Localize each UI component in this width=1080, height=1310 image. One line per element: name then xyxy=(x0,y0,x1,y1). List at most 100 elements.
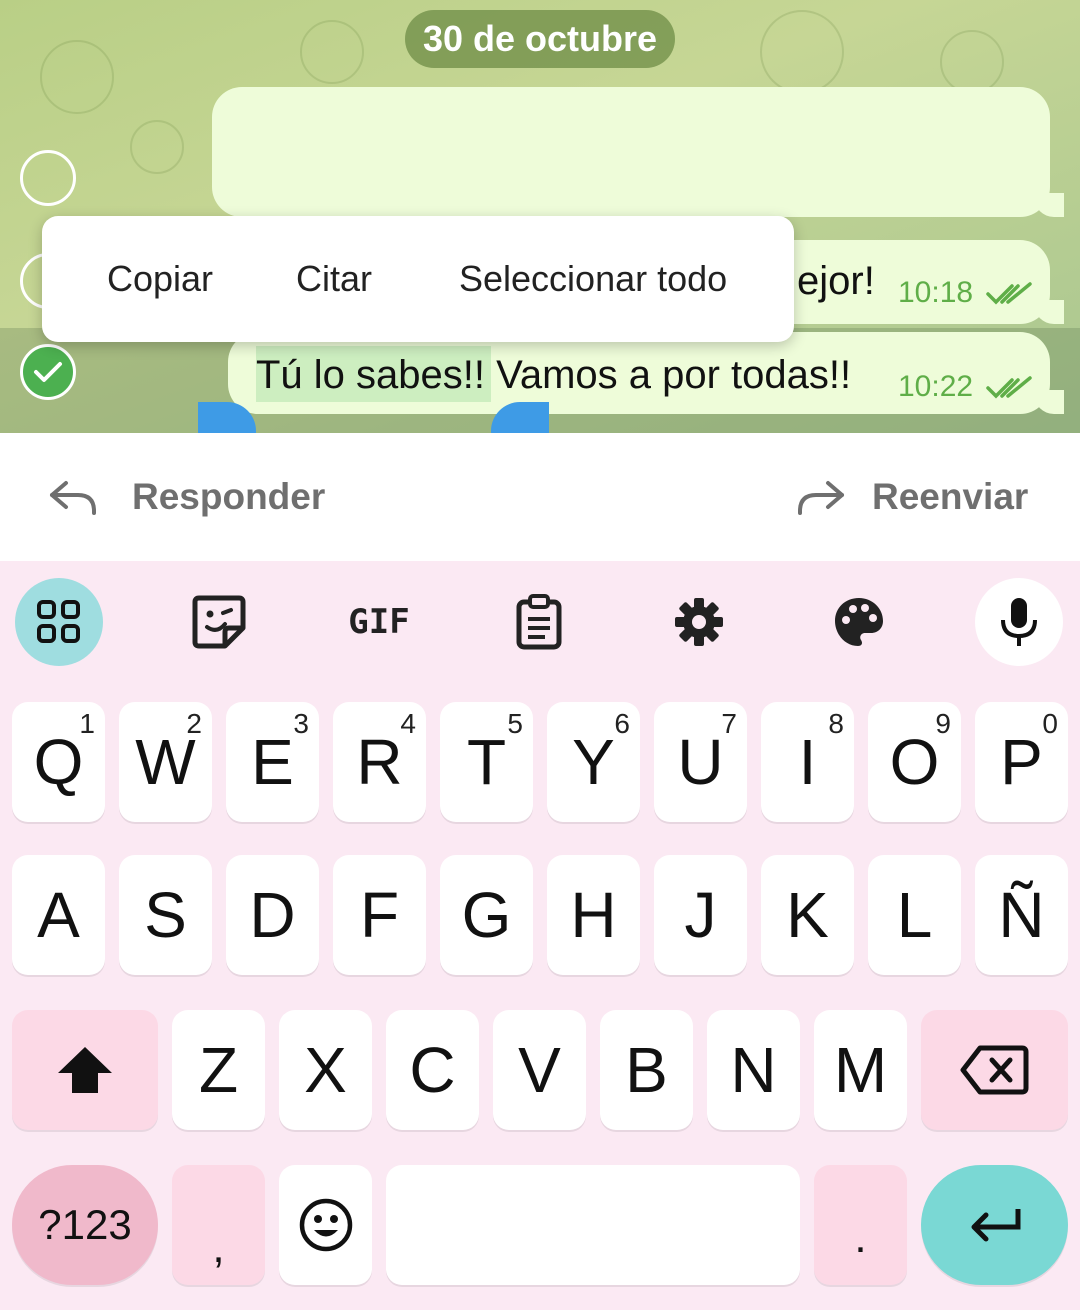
key-p[interactable]: P0 xyxy=(975,702,1068,822)
key-v[interactable]: V xyxy=(493,1010,586,1130)
apps-grid-button[interactable] xyxy=(15,578,103,666)
key-hint: 1 xyxy=(79,708,95,739)
message-select-radio[interactable] xyxy=(20,150,76,206)
key-r[interactable]: R4 xyxy=(333,702,426,822)
message-bubble[interactable] xyxy=(212,87,1064,217)
key-h[interactable]: H xyxy=(547,855,640,975)
key-k[interactable]: K xyxy=(761,855,854,975)
key-y[interactable]: Y6 xyxy=(547,702,640,822)
key-l[interactable]: L xyxy=(868,855,961,975)
backspace-key[interactable] xyxy=(921,1010,1068,1130)
emoji-key[interactable] xyxy=(279,1165,372,1285)
key-m[interactable]: M xyxy=(814,1010,907,1130)
bubble-tail xyxy=(1034,300,1064,324)
key-label: O xyxy=(889,726,940,798)
chat-area: 30 de octubre ejor! 10:18 Tú lo sabes!! … xyxy=(0,0,1080,433)
key-j[interactable]: J xyxy=(654,855,747,975)
wallpaper-doodle xyxy=(300,20,364,84)
key-u[interactable]: U7 xyxy=(654,702,747,822)
keyboard: G I F Q 1 W 2 E 3 R 4 T 5 Y 6 U 7 I 8 O 9 … xyxy=(0,561,1080,1310)
forward-label: Reenviar xyxy=(872,476,1029,517)
message-text: ejor! xyxy=(797,259,875,303)
message-time: 10:22 xyxy=(898,370,974,403)
apps-grid-icon xyxy=(37,600,80,643)
message-time: 10:18 xyxy=(898,276,974,309)
message-selected-check[interactable] xyxy=(20,344,76,400)
key-n[interactable]: N xyxy=(707,1010,800,1130)
key-hint: 4 xyxy=(400,708,416,739)
bubble-tail xyxy=(1034,193,1064,217)
gif-icon: GIF xyxy=(348,602,410,642)
reply-button[interactable]: Responder xyxy=(48,433,325,561)
wallpaper-doodle xyxy=(940,30,1004,94)
key-c[interactable]: C xyxy=(386,1010,479,1130)
key-label: U xyxy=(677,726,724,798)
backspace-icon xyxy=(960,1045,1028,1095)
key-a[interactable]: A xyxy=(12,855,105,975)
quote-menu-item[interactable]: Citar xyxy=(296,216,372,342)
key-hint: 6 xyxy=(614,708,630,739)
key-s[interactable]: S xyxy=(119,855,212,975)
clipboard-icon xyxy=(516,594,562,650)
key-label: R xyxy=(356,726,403,798)
forward-arrow-icon xyxy=(798,481,844,515)
wallpaper-doodle xyxy=(760,10,844,94)
read-receipt-icon xyxy=(986,282,1032,305)
read-receipt-icon xyxy=(986,376,1032,399)
key-t[interactable]: T5 xyxy=(440,702,533,822)
key-q[interactable]: Q1 xyxy=(12,702,105,822)
message-action-bar: Responder Reenviar xyxy=(0,433,1080,561)
forward-button[interactable]: Reenviar xyxy=(796,433,1028,561)
microphone-icon xyxy=(1001,598,1037,646)
key-label: P xyxy=(1000,726,1043,798)
key-label: T xyxy=(466,726,507,798)
emoji-icon xyxy=(299,1198,352,1252)
key-label: Q xyxy=(33,726,84,798)
clipboard-button[interactable] xyxy=(495,578,583,666)
key-d[interactable]: D xyxy=(226,855,319,975)
key-w[interactable]: W2 xyxy=(119,702,212,822)
key-x[interactable]: X xyxy=(279,1010,372,1130)
gif-button[interactable]: GIF xyxy=(335,578,423,666)
symbols-key[interactable]: ?123 xyxy=(12,1165,158,1285)
shift-arrow-icon xyxy=(58,1047,112,1093)
select-all-menu-item[interactable]: Seleccionar todo xyxy=(459,216,727,342)
settings-button[interactable] xyxy=(655,578,743,666)
sticker-button[interactable] xyxy=(175,578,263,666)
key-i[interactable]: I8 xyxy=(761,702,854,822)
key-o[interactable]: O9 xyxy=(868,702,961,822)
key-z[interactable]: Z xyxy=(172,1010,265,1130)
key-label: Y xyxy=(572,726,615,798)
key-hint: 0 xyxy=(1042,708,1058,739)
key-hint: 2 xyxy=(186,708,202,739)
key-hint: 7 xyxy=(721,708,737,739)
wallpaper-doodle xyxy=(40,40,114,114)
reply-arrow-icon xyxy=(50,481,96,515)
shift-key[interactable] xyxy=(12,1010,158,1130)
key-g[interactable]: G xyxy=(440,855,533,975)
enter-key[interactable] xyxy=(921,1165,1068,1285)
space-bar[interactable] xyxy=(386,1165,800,1285)
key-hint: 5 xyxy=(507,708,523,739)
voice-input-button[interactable] xyxy=(975,578,1063,666)
key-f[interactable]: F xyxy=(333,855,426,975)
copy-menu-item[interactable]: Copiar xyxy=(107,216,213,342)
key-e[interactable]: E3 xyxy=(226,702,319,822)
message-text[interactable]: Tú lo sabes!! Vamos a por todas!! xyxy=(256,353,851,398)
reply-label: Responder xyxy=(132,476,326,517)
theme-button[interactable] xyxy=(815,578,903,666)
key-enye[interactable]: Ñ xyxy=(975,855,1068,975)
period-key[interactable]: . xyxy=(814,1165,907,1285)
sticker-icon xyxy=(192,595,246,649)
check-icon xyxy=(34,362,62,382)
settings-gear-icon xyxy=(675,598,723,646)
key-hint: 8 xyxy=(828,708,844,739)
palette-icon xyxy=(835,598,883,646)
date-separator: 30 de octubre xyxy=(405,10,675,68)
key-hint: 9 xyxy=(935,708,951,739)
comma-key[interactable]: , xyxy=(172,1165,265,1285)
key-label: I xyxy=(798,726,817,798)
text-selection-menu: Copiar Citar Seleccionar todo xyxy=(42,216,794,342)
key-b[interactable]: B xyxy=(600,1010,693,1130)
enter-arrow-icon xyxy=(971,1209,1020,1242)
